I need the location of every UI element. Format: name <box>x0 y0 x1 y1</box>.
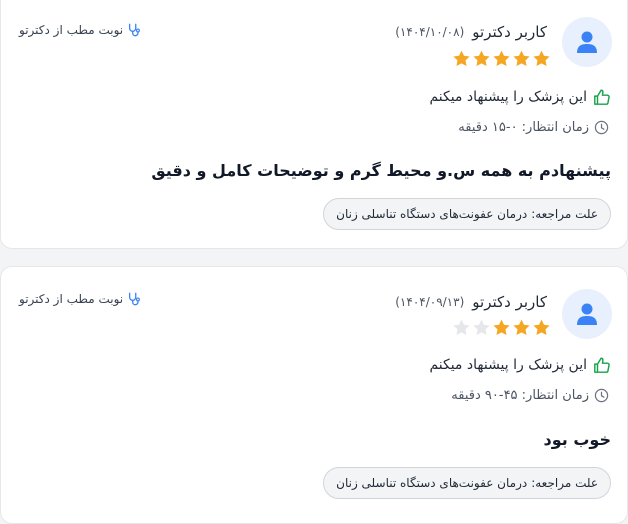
user-avatar-icon <box>562 289 612 339</box>
stethoscope-icon <box>129 292 141 306</box>
visit-reason-label: علت مراجعه: <box>531 476 598 490</box>
booking-source: نوبت مطب از دکترتو <box>19 292 141 306</box>
reviewer-name: کاربر دکترتو <box>472 23 547 41</box>
review-card: کاربر دکترتو (۱۴۰۴/۱۰/۰۸) نوبت مطب از دک… <box>0 0 628 249</box>
booking-label: نوبت مطب از دکترتو <box>19 23 124 37</box>
recommendation: این پزشک را پیشنهاد میکنم <box>429 88 611 106</box>
visit-reason-value: درمان عفونت‌های دستگاه تناسلی زنان <box>336 476 528 490</box>
booking-source: نوبت مطب از دکترتو <box>19 23 141 37</box>
recommendation-text: این پزشک را پیشنهاد میکنم <box>429 89 587 105</box>
star-filled-icon <box>513 319 530 336</box>
booking-label: نوبت مطب از دکترتو <box>19 292 124 306</box>
thumbs-up-icon <box>594 357 610 373</box>
wait-time: زمان انتظار: ۴۵-۹۰ دقیقه <box>451 388 609 403</box>
review-date: (۱۴۰۴/۰۹/۱۳) <box>395 295 465 309</box>
reviewer-info: کاربر دکترتو (۱۴۰۴/۱۰/۰۸) <box>395 23 547 41</box>
rating-stars <box>451 318 551 337</box>
star-filled-icon <box>473 50 490 67</box>
wait-time: زمان انتظار: ۰-۱۵ دقیقه <box>458 120 609 135</box>
wait-time-text: زمان انتظار: ۴۵-۹۰ دقیقه <box>451 388 589 403</box>
review-card: کاربر دکترتو (۱۴۰۴/۰۹/۱۳) نوبت مطب از دک… <box>0 266 628 524</box>
visit-reason-label: علت مراجعه: <box>531 207 598 221</box>
star-filled-icon <box>533 50 550 67</box>
star-filled-icon <box>453 50 470 67</box>
stethoscope-icon <box>129 23 141 37</box>
reviewer-name: کاربر دکترتو <box>472 293 547 311</box>
clock-icon <box>594 388 609 403</box>
star-empty-icon <box>453 319 470 336</box>
user-avatar-icon <box>562 17 612 67</box>
star-filled-icon <box>513 50 530 67</box>
visit-reason-value: درمان عفونت‌های دستگاه تناسلی زنان <box>336 207 528 221</box>
star-filled-icon <box>493 50 510 67</box>
reviewer-info: کاربر دکترتو (۱۴۰۴/۰۹/۱۳) <box>395 293 547 311</box>
star-filled-icon <box>493 319 510 336</box>
clock-icon <box>594 120 609 135</box>
rating-stars <box>451 49 551 68</box>
visit-reason-chip: علت مراجعه: درمان عفونت‌های دستگاه تناسل… <box>323 467 611 499</box>
star-empty-icon <box>473 319 490 336</box>
wait-time-text: زمان انتظار: ۰-۱۵ دقیقه <box>458 120 589 135</box>
star-filled-icon <box>533 319 550 336</box>
recommendation: این پزشک را پیشنهاد میکنم <box>429 356 611 374</box>
visit-reason-chip: علت مراجعه: درمان عفونت‌های دستگاه تناسل… <box>323 198 611 230</box>
review-comment: خوب بود <box>543 430 611 449</box>
recommendation-text: این پزشک را پیشنهاد میکنم <box>429 357 587 373</box>
review-date: (۱۴۰۴/۱۰/۰۸) <box>395 25 465 39</box>
review-comment: پیشنهادم به همه س.و محیط گرم و توضیحات ک… <box>151 161 611 180</box>
thumbs-up-icon <box>594 89 610 105</box>
